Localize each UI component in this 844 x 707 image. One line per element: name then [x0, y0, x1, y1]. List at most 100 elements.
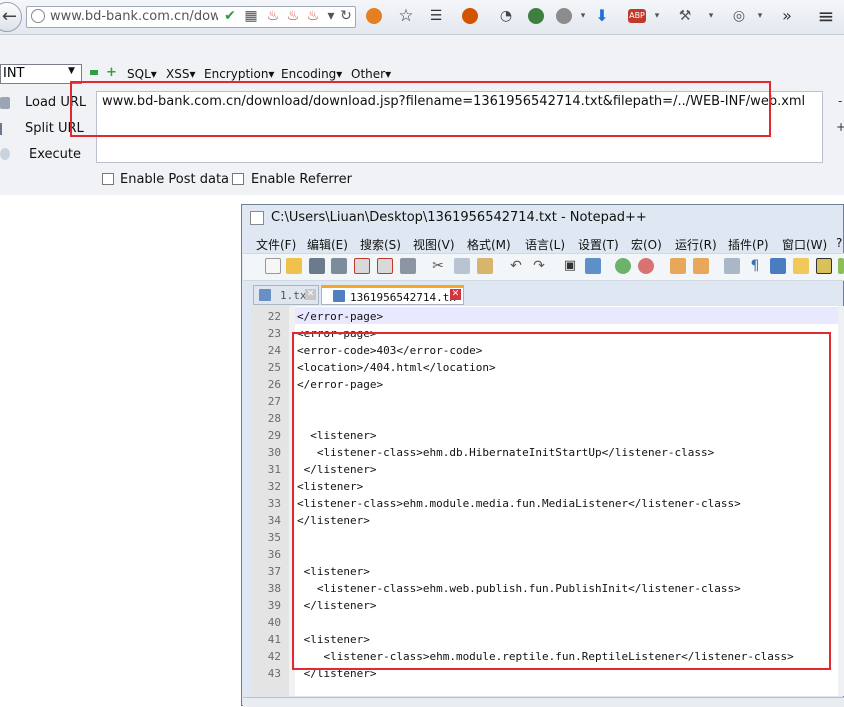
qr-code-icon[interactable]: ▦ — [242, 7, 260, 25]
print-icon[interactable] — [400, 258, 416, 274]
world-icon[interactable]: ◎ — [730, 7, 748, 25]
user-avatar-icon[interactable] — [462, 8, 478, 24]
code-line[interactable]: </error-page> — [297, 310, 383, 323]
download-arrow-icon[interactable]: ⬇ — [593, 7, 611, 25]
line-number: 32 — [267, 480, 281, 493]
reader-list-icon[interactable]: ☰ — [427, 7, 445, 25]
minus-icon[interactable] — [90, 70, 98, 75]
menu-sql[interactable]: SQL▾ — [127, 67, 157, 81]
line-number: 38 — [267, 582, 281, 595]
execute-button[interactable]: Execute — [29, 147, 81, 162]
reload-icon[interactable]: ↻ — [337, 7, 355, 25]
menu-help[interactable]: ? — [836, 236, 842, 250]
function-list-icon[interactable] — [816, 258, 832, 274]
hamburger-menu-icon[interactable]: ≡ — [817, 6, 835, 26]
tab-1-close-icon[interactable]: ✕ — [305, 289, 316, 300]
menu-xss[interactable]: XSS▾ — [166, 67, 195, 81]
menu-file[interactable]: 文件(F) — [256, 236, 296, 253]
replace-icon[interactable] — [585, 258, 601, 274]
java-icon-2[interactable]: ♨ — [284, 7, 302, 25]
green-extension-icon[interactable] — [528, 8, 544, 24]
menu-encoding[interactable]: Encoding▾ — [281, 67, 342, 81]
paste-icon[interactable] — [477, 258, 493, 274]
undo-icon[interactable]: ↶ — [508, 258, 524, 274]
menu-search[interactable]: 搜索(S) — [360, 236, 401, 253]
new-file-icon[interactable] — [265, 258, 281, 274]
ext-dropdown-icon[interactable]: ▾ — [574, 7, 592, 25]
zoom-in-icon[interactable] — [615, 258, 631, 274]
java-icon-1[interactable]: ♨ — [264, 7, 282, 25]
copy-icon[interactable] — [454, 258, 470, 274]
line-number: 33 — [267, 497, 281, 510]
adblock-dropdown-icon[interactable]: ▾ — [648, 7, 666, 25]
zoom-out-icon[interactable] — [638, 258, 654, 274]
close-file-icon[interactable] — [354, 258, 370, 274]
line-number: 39 — [267, 599, 281, 612]
line-number: 24 — [267, 344, 281, 357]
enable-referrer-checkbox[interactable] — [232, 173, 244, 185]
line-number: 22 — [267, 310, 281, 323]
menu-view[interactable]: 视图(V) — [413, 236, 455, 253]
overflow-chevron-icon[interactable]: » — [778, 7, 796, 25]
collapse-marker[interactable]: - — [838, 94, 842, 108]
menu-edit[interactable]: 编辑(E) — [307, 236, 348, 253]
menu-plugins[interactable]: 插件(P) — [728, 236, 769, 253]
menu-settings[interactable]: 设置(T) — [578, 236, 619, 253]
tools-icon[interactable]: ⚒ — [676, 7, 694, 25]
plus-icon[interactable]: + — [106, 65, 117, 80]
line-number: 37 — [267, 565, 281, 578]
find-icon[interactable]: ▣ — [562, 258, 578, 274]
line-number: 35 — [267, 531, 281, 544]
save-icon[interactable] — [309, 258, 325, 274]
load-url-icon — [0, 97, 10, 109]
adblock-icon[interactable]: ABP — [628, 9, 646, 23]
menu-run[interactable]: 运行(R) — [675, 236, 717, 253]
menu-other[interactable]: Other▾ — [351, 67, 391, 81]
gray-extension-icon[interactable] — [556, 8, 572, 24]
window-title: C:\Users\Liuan\Desktop\1361956542714.txt… — [271, 210, 647, 225]
palette-icon[interactable]: ◔ — [497, 7, 515, 25]
line-number: 26 — [267, 378, 281, 391]
blocker-icon[interactable] — [366, 8, 382, 24]
world-dropdown-icon[interactable]: ▾ — [751, 7, 769, 25]
expand-marker[interactable]: + — [836, 120, 844, 134]
menu-macro[interactable]: 宏(O) — [631, 236, 662, 253]
indent-guide-icon[interactable] — [770, 258, 786, 274]
tools-dropdown-icon[interactable]: ▾ — [702, 7, 720, 25]
tab-1-label: 1.tx — [280, 289, 307, 302]
tab-1-file-icon — [259, 289, 271, 301]
line-number: 34 — [267, 514, 281, 527]
close-all-icon[interactable] — [377, 258, 393, 274]
macro-record-icon[interactable] — [838, 258, 844, 274]
tab-active-label: 1361956542714.tx — [350, 291, 456, 304]
line-number: 27 — [267, 395, 281, 408]
menu-language[interactable]: 语言(L) — [525, 236, 565, 253]
line-number: 30 — [267, 446, 281, 459]
redo-icon[interactable]: ↷ — [531, 258, 547, 274]
line-number: 31 — [267, 463, 281, 476]
menu-format[interactable]: 格式(M) — [467, 236, 511, 253]
tab-active-close-icon[interactable]: ✕ — [450, 289, 461, 300]
address-text[interactable]: www.bd-bank.com.cn/downl — [50, 9, 218, 24]
show-all-chars-icon[interactable]: ¶ — [747, 258, 763, 274]
vertical-scrollbar[interactable] — [838, 306, 844, 696]
execute-icon — [0, 148, 10, 160]
cut-icon[interactable]: ✂ — [430, 258, 446, 274]
word-wrap-icon[interactable] — [724, 258, 740, 274]
shield-check-icon[interactable]: ✔ — [221, 7, 239, 25]
menu-window[interactable]: 窗口(W) — [782, 236, 827, 253]
java-icon-3[interactable]: ♨ — [304, 7, 322, 25]
line-number: 43 — [267, 667, 281, 680]
enable-post-checkbox[interactable] — [102, 173, 114, 185]
line-number: 40 — [267, 616, 281, 629]
select-arrow-icon: ▼ — [68, 66, 75, 76]
sync-horizontal-icon[interactable] — [693, 258, 709, 274]
line-number: 28 — [267, 412, 281, 425]
open-folder-icon[interactable] — [286, 258, 302, 274]
notepadpp-app-icon — [250, 211, 264, 225]
sync-vertical-icon[interactable] — [670, 258, 686, 274]
star-bookmark-icon[interactable]: ☆ — [397, 7, 415, 25]
doc-map-icon[interactable] — [793, 258, 809, 274]
menu-encryption[interactable]: Encryption▾ — [204, 67, 274, 81]
save-all-icon[interactable] — [331, 258, 347, 274]
